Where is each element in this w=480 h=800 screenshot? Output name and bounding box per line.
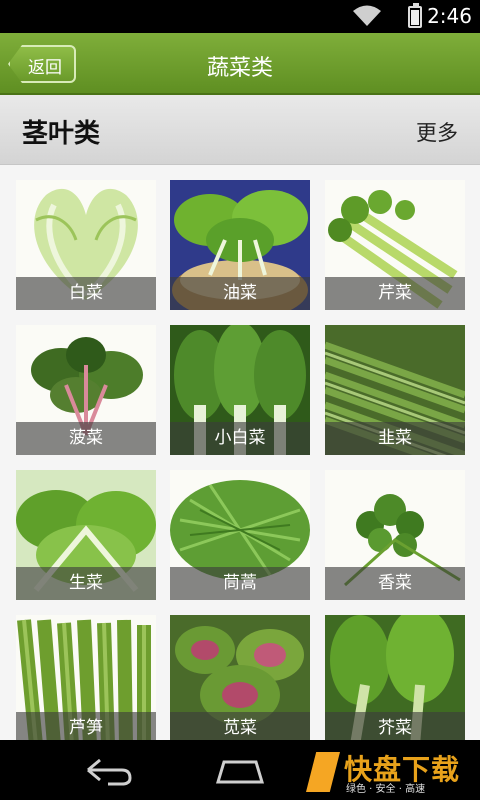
tile-label: 韭菜 — [325, 422, 465, 455]
status-time: 2:46 — [427, 4, 472, 28]
watermark-logo: 快盘下载 绿色 · 安全 · 高速 — [306, 748, 474, 795]
tile-label: 芦笋 — [16, 712, 156, 740]
tile-label: 白菜 — [16, 277, 156, 310]
tile-youcai[interactable]: 油菜 — [170, 180, 310, 310]
tile-jiucai[interactable]: 韭菜 — [325, 325, 465, 455]
tile-xiangcai[interactable]: 香菜 — [325, 470, 465, 600]
battery-icon — [408, 3, 422, 28]
wifi-icon — [353, 5, 381, 26]
watermark-mark-icon — [306, 752, 340, 792]
page-title: 蔬菜类 — [206, 56, 273, 81]
watermark-tagline: 绿色 · 安全 · 高速 — [346, 784, 426, 795]
tile-xiaobaicai[interactable]: 小白菜 — [170, 325, 310, 455]
tile-shengcai[interactable]: 生菜 — [16, 470, 156, 600]
tile-label: 油菜 — [170, 277, 310, 310]
tile-label: 苋菜 — [170, 712, 310, 740]
section-title: 茎叶类 — [22, 119, 101, 149]
status-bar: 2:46 — [0, 0, 480, 33]
tile-label: 芥菜 — [325, 712, 465, 740]
tile-qincai[interactable]: 芹菜 — [325, 180, 465, 310]
tile-label: 芹菜 — [325, 277, 465, 310]
tile-lusun[interactable]: 芦笋 — [16, 615, 156, 740]
tile-jiecai[interactable]: 芥菜 — [325, 615, 465, 740]
tile-label: 茼蒿 — [170, 567, 310, 600]
home-nav-icon[interactable] — [210, 754, 270, 786]
tile-label: 香菜 — [325, 567, 465, 600]
title-bar: 返回 蔬菜类 — [0, 33, 480, 95]
back-nav-icon[interactable] — [78, 754, 138, 786]
section-header: 茎叶类 更多 — [0, 95, 480, 165]
vegetable-grid: 白菜 油菜 芹菜 菠菜 小白菜 韭菜 生菜 茼蒿 香菜 芦笋 苋菜 芥菜 — [0, 165, 480, 740]
tile-bocai[interactable]: 菠菜 — [16, 325, 156, 455]
navigation-bar: 快盘下载 绿色 · 安全 · 高速 — [0, 740, 480, 800]
tile-label: 生菜 — [16, 567, 156, 600]
tile-tonghao[interactable]: 茼蒿 — [170, 470, 310, 600]
tile-label: 菠菜 — [16, 422, 156, 455]
more-link[interactable]: 更多 — [416, 117, 458, 147]
tile-baicai[interactable]: 白菜 — [16, 180, 156, 310]
tile-label: 小白菜 — [170, 422, 310, 455]
tile-xiancai[interactable]: 苋菜 — [170, 615, 310, 740]
